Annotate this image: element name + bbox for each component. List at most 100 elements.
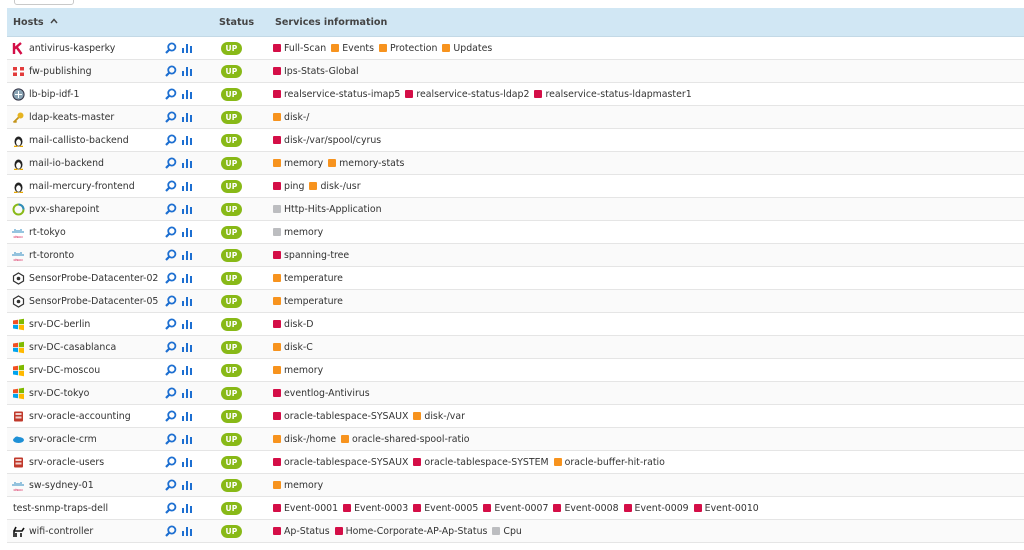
- host-name-link[interactable]: mail-callisto-backend: [29, 135, 129, 146]
- service-item[interactable]: Events: [331, 43, 374, 54]
- service-item[interactable]: ping: [273, 181, 304, 192]
- host-name-link[interactable]: srv-oracle-accounting: [29, 411, 131, 422]
- service-item[interactable]: temperature: [273, 273, 343, 284]
- bar-chart-icon[interactable]: [181, 341, 193, 353]
- service-item[interactable]: memory: [273, 365, 323, 376]
- bar-chart-icon[interactable]: [181, 65, 193, 77]
- service-item[interactable]: Event-0003: [343, 503, 408, 514]
- bar-chart-icon[interactable]: [181, 525, 193, 537]
- host-name-link[interactable]: mail-mercury-frontend: [29, 181, 135, 192]
- bar-chart-icon[interactable]: [181, 111, 193, 123]
- bar-chart-icon[interactable]: [181, 433, 193, 445]
- service-item[interactable]: Event-0007: [483, 503, 548, 514]
- bar-chart-icon[interactable]: [181, 479, 193, 491]
- status-badge[interactable]: UP: [221, 409, 242, 423]
- host-name-link[interactable]: lb-bip-idf-1: [29, 89, 80, 100]
- service-item[interactable]: realservice-status-imap5: [273, 89, 400, 100]
- service-item[interactable]: oracle-tablespace-SYSAUX: [273, 411, 408, 422]
- service-item[interactable]: spanning-tree: [273, 250, 349, 261]
- service-item[interactable]: Event-0010: [693, 503, 759, 514]
- service-item[interactable]: oracle-shared-spool-ratio: [341, 434, 469, 445]
- service-item[interactable]: memory: [273, 227, 323, 238]
- host-name-link[interactable]: pvx-sharepoint: [29, 204, 99, 215]
- service-item[interactable]: memory: [273, 480, 323, 491]
- bar-chart-icon[interactable]: [181, 295, 193, 307]
- status-badge[interactable]: UP: [221, 64, 242, 78]
- service-item[interactable]: memory-stats: [328, 158, 404, 169]
- service-item[interactable]: memory: [273, 158, 323, 169]
- status-badge[interactable]: UP: [221, 294, 242, 308]
- bar-chart-icon[interactable]: [181, 410, 193, 422]
- bar-chart-icon[interactable]: [181, 502, 193, 514]
- search-icon[interactable]: [165, 525, 177, 537]
- status-badge[interactable]: UP: [221, 156, 242, 170]
- status-badge[interactable]: UP: [221, 271, 242, 285]
- status-column-header[interactable]: Status: [215, 17, 273, 28]
- host-name-link[interactable]: srv-DC-moscou: [29, 365, 100, 376]
- search-icon[interactable]: [165, 502, 177, 514]
- host-name-link[interactable]: srv-DC-casablanca: [29, 342, 116, 353]
- host-name-link[interactable]: fw-publishing: [29, 66, 92, 77]
- search-icon[interactable]: [165, 88, 177, 100]
- service-item[interactable]: Updates: [442, 43, 492, 54]
- host-name-link[interactable]: rt-tokyo: [29, 227, 66, 238]
- service-item[interactable]: Protection: [378, 43, 437, 54]
- search-icon[interactable]: [165, 157, 177, 169]
- service-item[interactable]: oracle-tablespace-SYSAUX: [273, 457, 408, 468]
- host-name-link[interactable]: srv-oracle-users: [29, 457, 104, 468]
- host-name-link[interactable]: srv-oracle-crm: [29, 434, 97, 445]
- search-icon[interactable]: [165, 295, 177, 307]
- bar-chart-icon[interactable]: [181, 272, 193, 284]
- search-icon[interactable]: [165, 387, 177, 399]
- bar-chart-icon[interactable]: [181, 249, 193, 261]
- service-item[interactable]: Full-Scan: [273, 43, 326, 54]
- status-badge[interactable]: UP: [221, 202, 242, 216]
- bar-chart-icon[interactable]: [181, 42, 193, 54]
- service-item[interactable]: Event-0005: [413, 503, 478, 514]
- status-badge[interactable]: UP: [221, 363, 242, 377]
- search-icon[interactable]: [165, 111, 177, 123]
- bar-chart-icon[interactable]: [181, 134, 193, 146]
- search-icon[interactable]: [165, 364, 177, 376]
- toolbar-button[interactable]: [14, 0, 74, 5]
- bar-chart-icon[interactable]: [181, 180, 193, 192]
- service-item[interactable]: Event-0008: [553, 503, 619, 514]
- search-icon[interactable]: [165, 433, 177, 445]
- status-badge[interactable]: UP: [221, 110, 242, 124]
- bar-chart-icon[interactable]: [181, 318, 193, 330]
- service-item[interactable]: disk-D: [273, 319, 313, 330]
- service-item[interactable]: disk-/home: [273, 434, 336, 445]
- search-icon[interactable]: [165, 203, 177, 215]
- bar-chart-icon[interactable]: [181, 387, 193, 399]
- bar-chart-icon[interactable]: [181, 456, 193, 468]
- search-icon[interactable]: [165, 65, 177, 77]
- host-name-link[interactable]: sw-sydney-01: [29, 480, 94, 491]
- status-badge[interactable]: UP: [221, 225, 242, 239]
- search-icon[interactable]: [165, 42, 177, 54]
- status-badge[interactable]: UP: [221, 317, 242, 331]
- status-badge[interactable]: UP: [221, 478, 242, 492]
- service-item[interactable]: eventlog-Antivirus: [273, 388, 370, 399]
- service-item[interactable]: temperature: [273, 296, 343, 307]
- host-name-link[interactable]: wifi-controller: [29, 526, 93, 537]
- service-item[interactable]: disk-/: [273, 112, 309, 123]
- status-badge[interactable]: UP: [221, 501, 242, 515]
- service-item[interactable]: disk-/usr: [309, 181, 361, 192]
- search-icon[interactable]: [165, 456, 177, 468]
- status-badge[interactable]: UP: [221, 524, 242, 538]
- bar-chart-icon[interactable]: [181, 157, 193, 169]
- service-item[interactable]: realservice-status-ldap2: [405, 89, 529, 100]
- service-item[interactable]: oracle-tablespace-SYSTEM: [413, 457, 549, 468]
- search-icon[interactable]: [165, 341, 177, 353]
- service-item[interactable]: disk-/var: [413, 411, 465, 422]
- host-name-link[interactable]: SensorProbe-Datacenter-05: [29, 296, 158, 307]
- search-icon[interactable]: [165, 249, 177, 261]
- status-badge[interactable]: UP: [221, 340, 242, 354]
- search-icon[interactable]: [165, 318, 177, 330]
- search-icon[interactable]: [165, 410, 177, 422]
- host-name-link[interactable]: ldap-keats-master: [29, 112, 114, 123]
- status-badge[interactable]: UP: [221, 179, 242, 193]
- service-item[interactable]: Event-0009: [623, 503, 689, 514]
- service-item[interactable]: Cpu: [492, 526, 522, 537]
- service-item[interactable]: disk-C: [273, 342, 313, 353]
